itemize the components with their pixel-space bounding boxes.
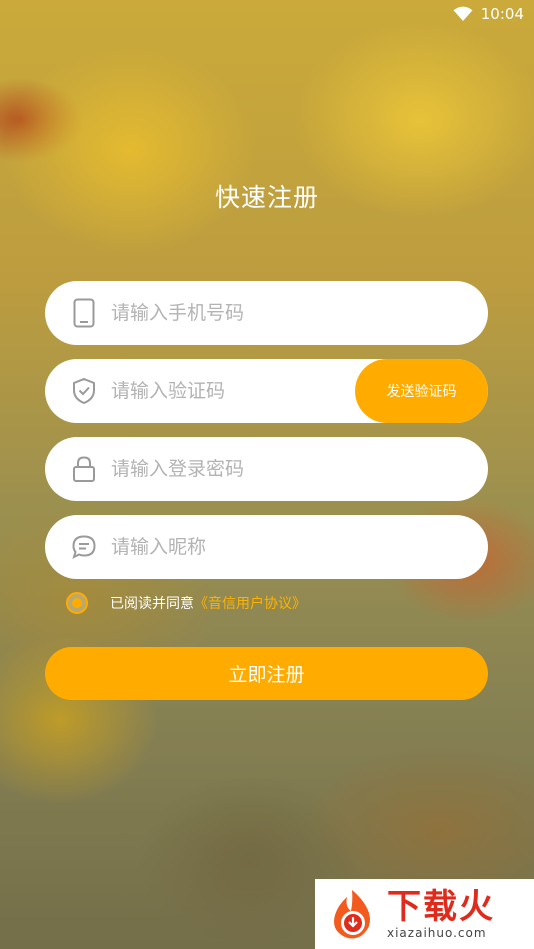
register-button[interactable]: 立即注册 bbox=[45, 647, 488, 700]
checkbox-dot-icon bbox=[72, 598, 82, 608]
agreement-checkbox[interactable] bbox=[66, 592, 88, 614]
status-time: 10:04 bbox=[480, 5, 524, 23]
phone-input[interactable] bbox=[109, 301, 413, 325]
send-code-button[interactable]: 发送验证码 bbox=[355, 359, 488, 423]
phone-field[interactable] bbox=[45, 281, 488, 345]
agreement-link[interactable]: 《音信用户协议》 bbox=[194, 593, 306, 613]
watermark-title: 下载火 bbox=[387, 887, 495, 927]
page-title: 快速注册 bbox=[214, 183, 319, 212]
lock-icon bbox=[71, 454, 97, 484]
chat-bubble-icon bbox=[71, 532, 97, 562]
flame-logo-icon bbox=[334, 890, 370, 939]
agreement-row: 已阅读并同意 《音信用户协议》 bbox=[66, 592, 306, 614]
shield-check-icon bbox=[71, 376, 97, 406]
watermark-text: 下载火 xiazaihuo.com bbox=[387, 888, 495, 940]
phone-icon bbox=[71, 298, 97, 328]
password-input[interactable] bbox=[109, 457, 413, 481]
watermark-subtitle: xiazaihuo.com bbox=[387, 926, 487, 940]
wifi-icon bbox=[453, 6, 473, 21]
nickname-input[interactable] bbox=[109, 535, 413, 559]
status-bar: 10:04 bbox=[453, 0, 524, 28]
verification-code-field[interactable]: 发送验证码 bbox=[45, 359, 488, 423]
verification-code-input[interactable] bbox=[109, 379, 303, 403]
nickname-field[interactable] bbox=[45, 515, 488, 579]
agreement-text: 已阅读并同意 bbox=[110, 596, 194, 612]
watermark: 下载火 xiazaihuo.com bbox=[315, 879, 534, 949]
password-field[interactable] bbox=[45, 437, 488, 501]
